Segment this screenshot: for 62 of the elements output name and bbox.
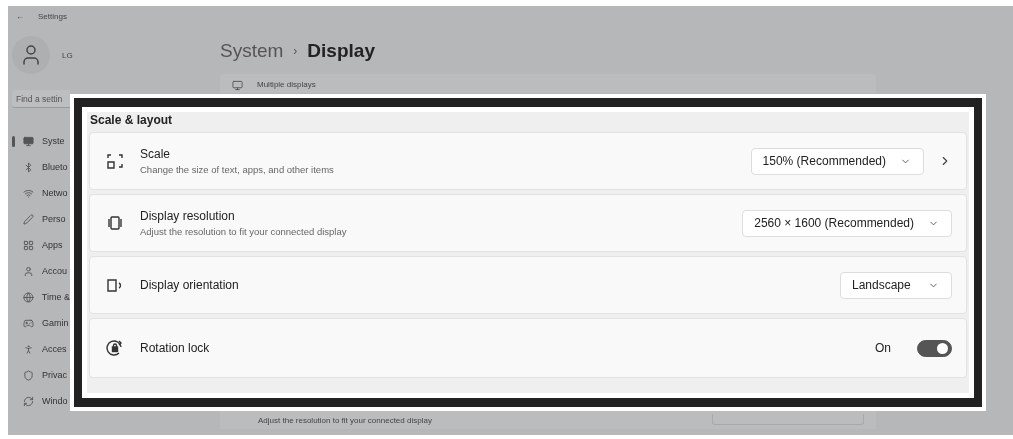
multiple-displays-card[interactable]: Multiple displays xyxy=(220,74,876,93)
section-title: Scale & layout xyxy=(89,114,174,128)
nav-item[interactable]: Privac xyxy=(12,362,70,388)
grid-icon xyxy=(23,239,34,251)
nav-item[interactable]: Accou xyxy=(12,258,70,284)
nav-item[interactable]: Time & xyxy=(12,284,70,310)
nav-label: Netwo xyxy=(42,188,68,198)
rotate-screen-icon xyxy=(106,276,124,294)
user-name: LG xyxy=(62,50,73,60)
setting-title: Display resolution xyxy=(140,209,236,223)
wifi-icon xyxy=(23,187,34,199)
shield-icon xyxy=(23,369,34,381)
breadcrumb-separator: › xyxy=(293,44,298,58)
nav-item[interactable]: Apps xyxy=(12,232,70,258)
setting-description: Change the size of text, apps, and other items xyxy=(140,164,335,175)
nav-item[interactable]: Blueto xyxy=(12,154,70,180)
nav-label: Gamin xyxy=(42,318,69,328)
nav-label: Syste xyxy=(42,136,65,146)
setting-title: Display orientation xyxy=(140,278,240,292)
nav-item[interactable]: Windo xyxy=(12,388,70,414)
gamepad-icon xyxy=(23,317,34,329)
person-icon xyxy=(23,265,34,277)
setting-title: Scale xyxy=(140,147,172,161)
nav-item[interactable]: Acces xyxy=(12,336,70,362)
globe-icon xyxy=(23,291,34,303)
card-title: Multiple displays xyxy=(257,80,316,89)
dropdown[interactable]: Landscape xyxy=(840,271,952,299)
window-title: Settings xyxy=(38,11,67,21)
nav-label: Time & xyxy=(41,292,70,302)
nav-item[interactable]: Netwo xyxy=(12,180,70,206)
figure-icon xyxy=(23,343,34,355)
nav-label: Windo xyxy=(42,396,68,406)
setting-description: Adjust the resolution to fit your connected display xyxy=(140,226,348,237)
scale-icon xyxy=(106,152,124,170)
bluetooth-icon xyxy=(23,161,34,173)
nav-label: Acces xyxy=(42,344,67,354)
setting-title: Rotation lock xyxy=(140,341,211,355)
avatar-icon xyxy=(12,36,50,74)
search-field[interactable]: Find a settin xyxy=(12,90,70,108)
nav-label: Apps xyxy=(42,240,63,250)
monitor-icon xyxy=(23,135,34,147)
toggle-state-label: On xyxy=(875,341,891,355)
nav-label: Blueto xyxy=(42,162,68,172)
monitor-icon xyxy=(232,80,243,91)
nav-label: Accou xyxy=(42,266,67,276)
rotation-lock-icon xyxy=(106,339,124,357)
toggle-switch[interactable] xyxy=(917,339,952,357)
nav-item[interactable]: Gamin xyxy=(12,310,70,336)
pen-icon xyxy=(23,213,34,225)
selection-indicator xyxy=(12,136,15,147)
card-description: Adjust the resolution to fit your connected display xyxy=(258,416,432,425)
dropdown[interactable]: 150% (Recommended) xyxy=(750,147,924,175)
page-title: Display xyxy=(307,40,375,62)
refresh-icon xyxy=(23,395,34,407)
nav-label: Perso xyxy=(42,214,66,224)
dropdown[interactable]: 2560 × 1600 (Recommended) xyxy=(742,209,952,237)
breadcrumb-parent[interactable]: System xyxy=(220,40,284,62)
nav-item[interactable]: Perso xyxy=(12,206,70,232)
nav-item[interactable]: Syste xyxy=(12,128,70,154)
back-button[interactable]: ← xyxy=(16,11,24,21)
nav-label: Privac xyxy=(42,370,67,380)
screen-frame-icon xyxy=(106,214,124,232)
